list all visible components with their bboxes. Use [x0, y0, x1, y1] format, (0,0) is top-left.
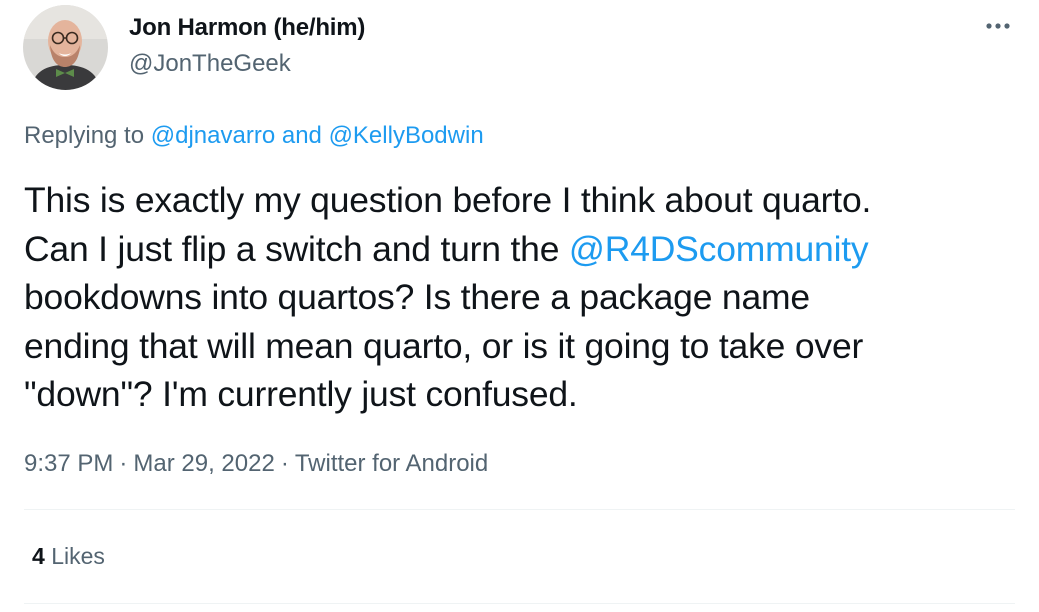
tweet-meta: 9:37 PM · Mar 29, 2022 · Twitter for Android — [24, 450, 488, 478]
ellipsis-icon — [986, 23, 1010, 29]
tweet-date[interactable]: Mar 29, 2022 — [133, 450, 274, 477]
divider — [24, 603, 1015, 604]
tweet-source[interactable]: Twitter for Android — [295, 450, 488, 477]
reply-prefix: Replying to — [24, 122, 145, 149]
tweet-line-3: bookdowns into quartos? Is there a packa… — [24, 277, 810, 317]
tweet-text: This is exactly my question before I thi… — [24, 176, 1024, 419]
tweet-line-2: Can I just flip a switch and turn the @R… — [24, 225, 1024, 274]
likes-count: 4 — [32, 543, 45, 569]
reply-context: Replying to @djnavarro and @KellyBodwin — [24, 122, 484, 150]
tweet-time[interactable]: 9:37 PM — [24, 450, 113, 477]
mention-link-kellybodwin[interactable]: @KellyBodwin — [329, 122, 484, 149]
reply-conjunction: and — [281, 122, 322, 149]
avatar[interactable] — [23, 5, 108, 90]
meta-separator: · — [119, 450, 128, 477]
tweet-line-1: This is exactly my question before I thi… — [24, 180, 872, 220]
tweet-line-4: ending that will mean quarto, or is it g… — [24, 325, 864, 366]
mention-link-r4dscommunity[interactable]: @R4DScommunity — [569, 229, 869, 269]
tweet-line-2-text: Can I just flip a switch and turn the — [24, 228, 560, 269]
divider — [24, 509, 1015, 510]
tweet-line-5: "down"? I'm currently just confused. — [24, 374, 578, 414]
author-name[interactable]: Jon Harmon (he/him) — [129, 14, 365, 42]
author-handle[interactable]: @JonTheGeek — [129, 50, 291, 78]
profile-photo-icon — [23, 5, 108, 90]
meta-separator: · — [280, 450, 289, 477]
more-options-button[interactable] — [982, 14, 1014, 38]
mention-link-djnavarro[interactable]: @djnavarro — [151, 122, 275, 149]
likes-label: Likes — [51, 543, 105, 569]
likes-link[interactable]: 4 Likes — [32, 543, 105, 570]
tweet-card: Jon Harmon (he/him) @JonTheGeek Replying… — [0, 0, 1039, 612]
